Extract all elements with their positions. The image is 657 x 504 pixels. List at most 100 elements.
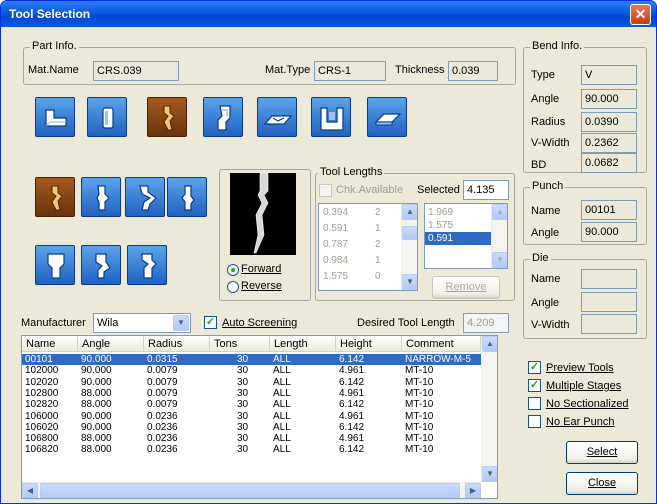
- table-cell: 106800: [25, 433, 59, 445]
- scroll-down-icon[interactable]: ▼: [402, 274, 417, 290]
- table-cell: 90.000: [81, 354, 112, 365]
- no-ear-punch-checkbox[interactable]: [528, 415, 541, 428]
- close-button[interactable]: Close: [566, 472, 638, 495]
- select-button[interactable]: Select: [566, 441, 638, 464]
- preview-tools-checkbox[interactable]: ✓: [528, 361, 541, 374]
- tool-category-button-7[interactable]: [367, 97, 407, 137]
- table-row[interactable]: 106000 90.000 0.0236 30 ALL 4.961 MT-10: [22, 411, 481, 422]
- scroll-left-icon[interactable]: ◀: [22, 483, 38, 498]
- scroll-up-icon[interactable]: ▲: [492, 204, 507, 220]
- thickness-field[interactable]: 0.039: [448, 61, 498, 81]
- table-cell: 88.000: [81, 399, 112, 411]
- part-info-label: Part Info.: [30, 40, 79, 52]
- punch-type-button-4[interactable]: [167, 177, 207, 217]
- die-name-field[interactable]: [581, 269, 637, 289]
- title-bar[interactable]: Tool Selection ✕: [1, 1, 656, 27]
- list-item[interactable]: 1.575 0: [319, 270, 403, 283]
- auto-screening-checkbox[interactable]: ✓: [204, 316, 217, 329]
- scroll-up-icon[interactable]: ▲: [482, 336, 497, 352]
- table-row[interactable]: 102800 88.000 0.0079 30 ALL 4.961 MT-10: [22, 388, 481, 399]
- desired-length-label: Desired Tool Length: [357, 317, 455, 329]
- list-item[interactable]: 1.969: [425, 206, 491, 219]
- scroll-down-icon[interactable]: ▼: [492, 252, 507, 268]
- column-header-radius[interactable]: Radius: [144, 336, 210, 352]
- punch-type-button-6[interactable]: [81, 245, 121, 285]
- mat-type-field[interactable]: CRS-1: [314, 61, 386, 81]
- table-row[interactable]: 106820 88.000 0.0236 30 ALL 6.142 MT-10: [22, 444, 481, 455]
- punch-type-button-1-selected[interactable]: [35, 177, 75, 217]
- tool-category-button-6[interactable]: [311, 97, 351, 137]
- table-row[interactable]: 102020 90.000 0.0079 30 ALL 6.142 MT-10: [22, 377, 481, 388]
- table-cell: 102000: [25, 365, 59, 377]
- radius-field[interactable]: 0.0390: [581, 112, 637, 132]
- list-item[interactable]: 0.394 2: [319, 206, 403, 219]
- table-cell: ALL: [273, 421, 291, 433]
- die-vwidth-field[interactable]: [581, 314, 637, 334]
- list-item[interactable]: 0.984 1: [319, 254, 403, 267]
- table-cell: 30: [237, 376, 249, 388]
- die-angle-field[interactable]: [581, 292, 637, 312]
- column-header-tons[interactable]: Tons: [210, 336, 270, 352]
- tool-category-button-3-selected[interactable]: [147, 97, 187, 137]
- mat-name-field[interactable]: CRS.039: [93, 61, 179, 81]
- column-header-length[interactable]: Length: [270, 336, 336, 352]
- scroll-thumb[interactable]: [402, 226, 417, 240]
- punch-type-button-7[interactable]: [127, 245, 167, 285]
- selected-lengths-list[interactable]: 1.969 1.575 0.591 ▲ ▼: [424, 203, 508, 269]
- selected-length-field[interactable]: 4.135: [463, 180, 509, 200]
- punch-preview-image: [230, 172, 296, 255]
- table-vertical-scrollbar[interactable]: ▲ ▼: [481, 336, 497, 482]
- close-window-button[interactable]: ✕: [630, 4, 651, 25]
- reverse-radio[interactable]: [227, 281, 239, 293]
- table-row[interactable]: 106800 88.000 0.0236 30 ALL 4.961 MT-10: [22, 433, 481, 444]
- available-lengths-list[interactable]: 0.394 2 0.591 1 0.787 2 0.984 1 1.575 0 ▲ ▼: [318, 203, 418, 291]
- tool-category-button-2[interactable]: [87, 97, 127, 137]
- selected-lengths-scrollbar[interactable]: ▲ ▼: [491, 204, 507, 268]
- chk-available-checkbox[interactable]: [319, 184, 332, 197]
- no-sectionalized-checkbox[interactable]: [528, 397, 541, 410]
- table-horizontal-scrollbar[interactable]: ◀ ▶: [22, 482, 481, 498]
- table-row[interactable]: 102820 88.000 0.0079 30 ALL 6.142 MT-10: [22, 399, 481, 410]
- table-row[interactable]: 106020 90.000 0.0236 30 ALL 6.142 MT-10: [22, 422, 481, 433]
- column-header-angle[interactable]: Angle: [78, 336, 144, 352]
- table-row-selected[interactable]: 00101 90.000 0.0315 30 ALL 6.142 NARROW-M-5: [22, 354, 481, 365]
- tool-category-button-1[interactable]: [35, 97, 75, 137]
- desired-length-field[interactable]: 4.209: [463, 313, 509, 333]
- punch-name-field[interactable]: 00101: [581, 200, 637, 220]
- table-cell: MT-10: [405, 399, 434, 411]
- relief-punch-icon: [141, 253, 157, 279]
- scroll-down-icon[interactable]: ▼: [482, 466, 497, 482]
- list-item[interactable]: 0.591 1: [319, 222, 403, 235]
- table-row[interactable]: 102000 90.000 0.0079 30 ALL 4.961 MT-10: [22, 365, 481, 376]
- column-header-height[interactable]: Height: [336, 336, 402, 352]
- chevron-down-icon[interactable]: ▼: [173, 315, 189, 331]
- angle-field[interactable]: 90.000: [581, 89, 637, 109]
- multiple-stages-checkbox[interactable]: ✓: [528, 379, 541, 392]
- punch-angle-field[interactable]: 90.000: [581, 222, 637, 242]
- column-header-name[interactable]: Name: [22, 336, 78, 352]
- forward-radio[interactable]: [227, 264, 239, 276]
- vwidth-field[interactable]: 0.2362: [581, 133, 637, 153]
- remove-button[interactable]: Remove: [432, 276, 500, 299]
- list-item-selected[interactable]: 0.591: [425, 232, 491, 245]
- punch-type-button-3[interactable]: [125, 177, 165, 217]
- list-item[interactable]: 1.575: [425, 219, 491, 232]
- manufacturer-select[interactable]: Wila ▼: [93, 313, 191, 333]
- table-cell: 0.0236: [147, 444, 178, 456]
- table-header: Name Angle Radius Tons Length Height Com…: [22, 336, 481, 352]
- type-field[interactable]: V: [581, 65, 637, 85]
- tool-category-button-5[interactable]: [257, 97, 297, 137]
- scroll-thumb[interactable]: [40, 483, 460, 498]
- scroll-right-icon[interactable]: ▶: [465, 483, 481, 498]
- available-lengths-scrollbar[interactable]: ▲ ▼: [401, 204, 417, 290]
- table-cell: MT-10: [405, 444, 434, 456]
- list-item[interactable]: 0.787 2: [319, 238, 403, 251]
- punch-type-button-2[interactable]: [81, 177, 121, 217]
- mat-name-label: Mat.Name: [28, 64, 79, 76]
- column-header-comment[interactable]: Comment: [402, 336, 481, 352]
- punch-type-button-5[interactable]: [35, 245, 75, 285]
- tool-table[interactable]: Name Angle Radius Tons Length Height Com…: [21, 335, 498, 499]
- bd-field[interactable]: 0.0682: [581, 153, 637, 173]
- scroll-up-icon[interactable]: ▲: [402, 204, 417, 220]
- tool-category-button-4[interactable]: [203, 97, 243, 137]
